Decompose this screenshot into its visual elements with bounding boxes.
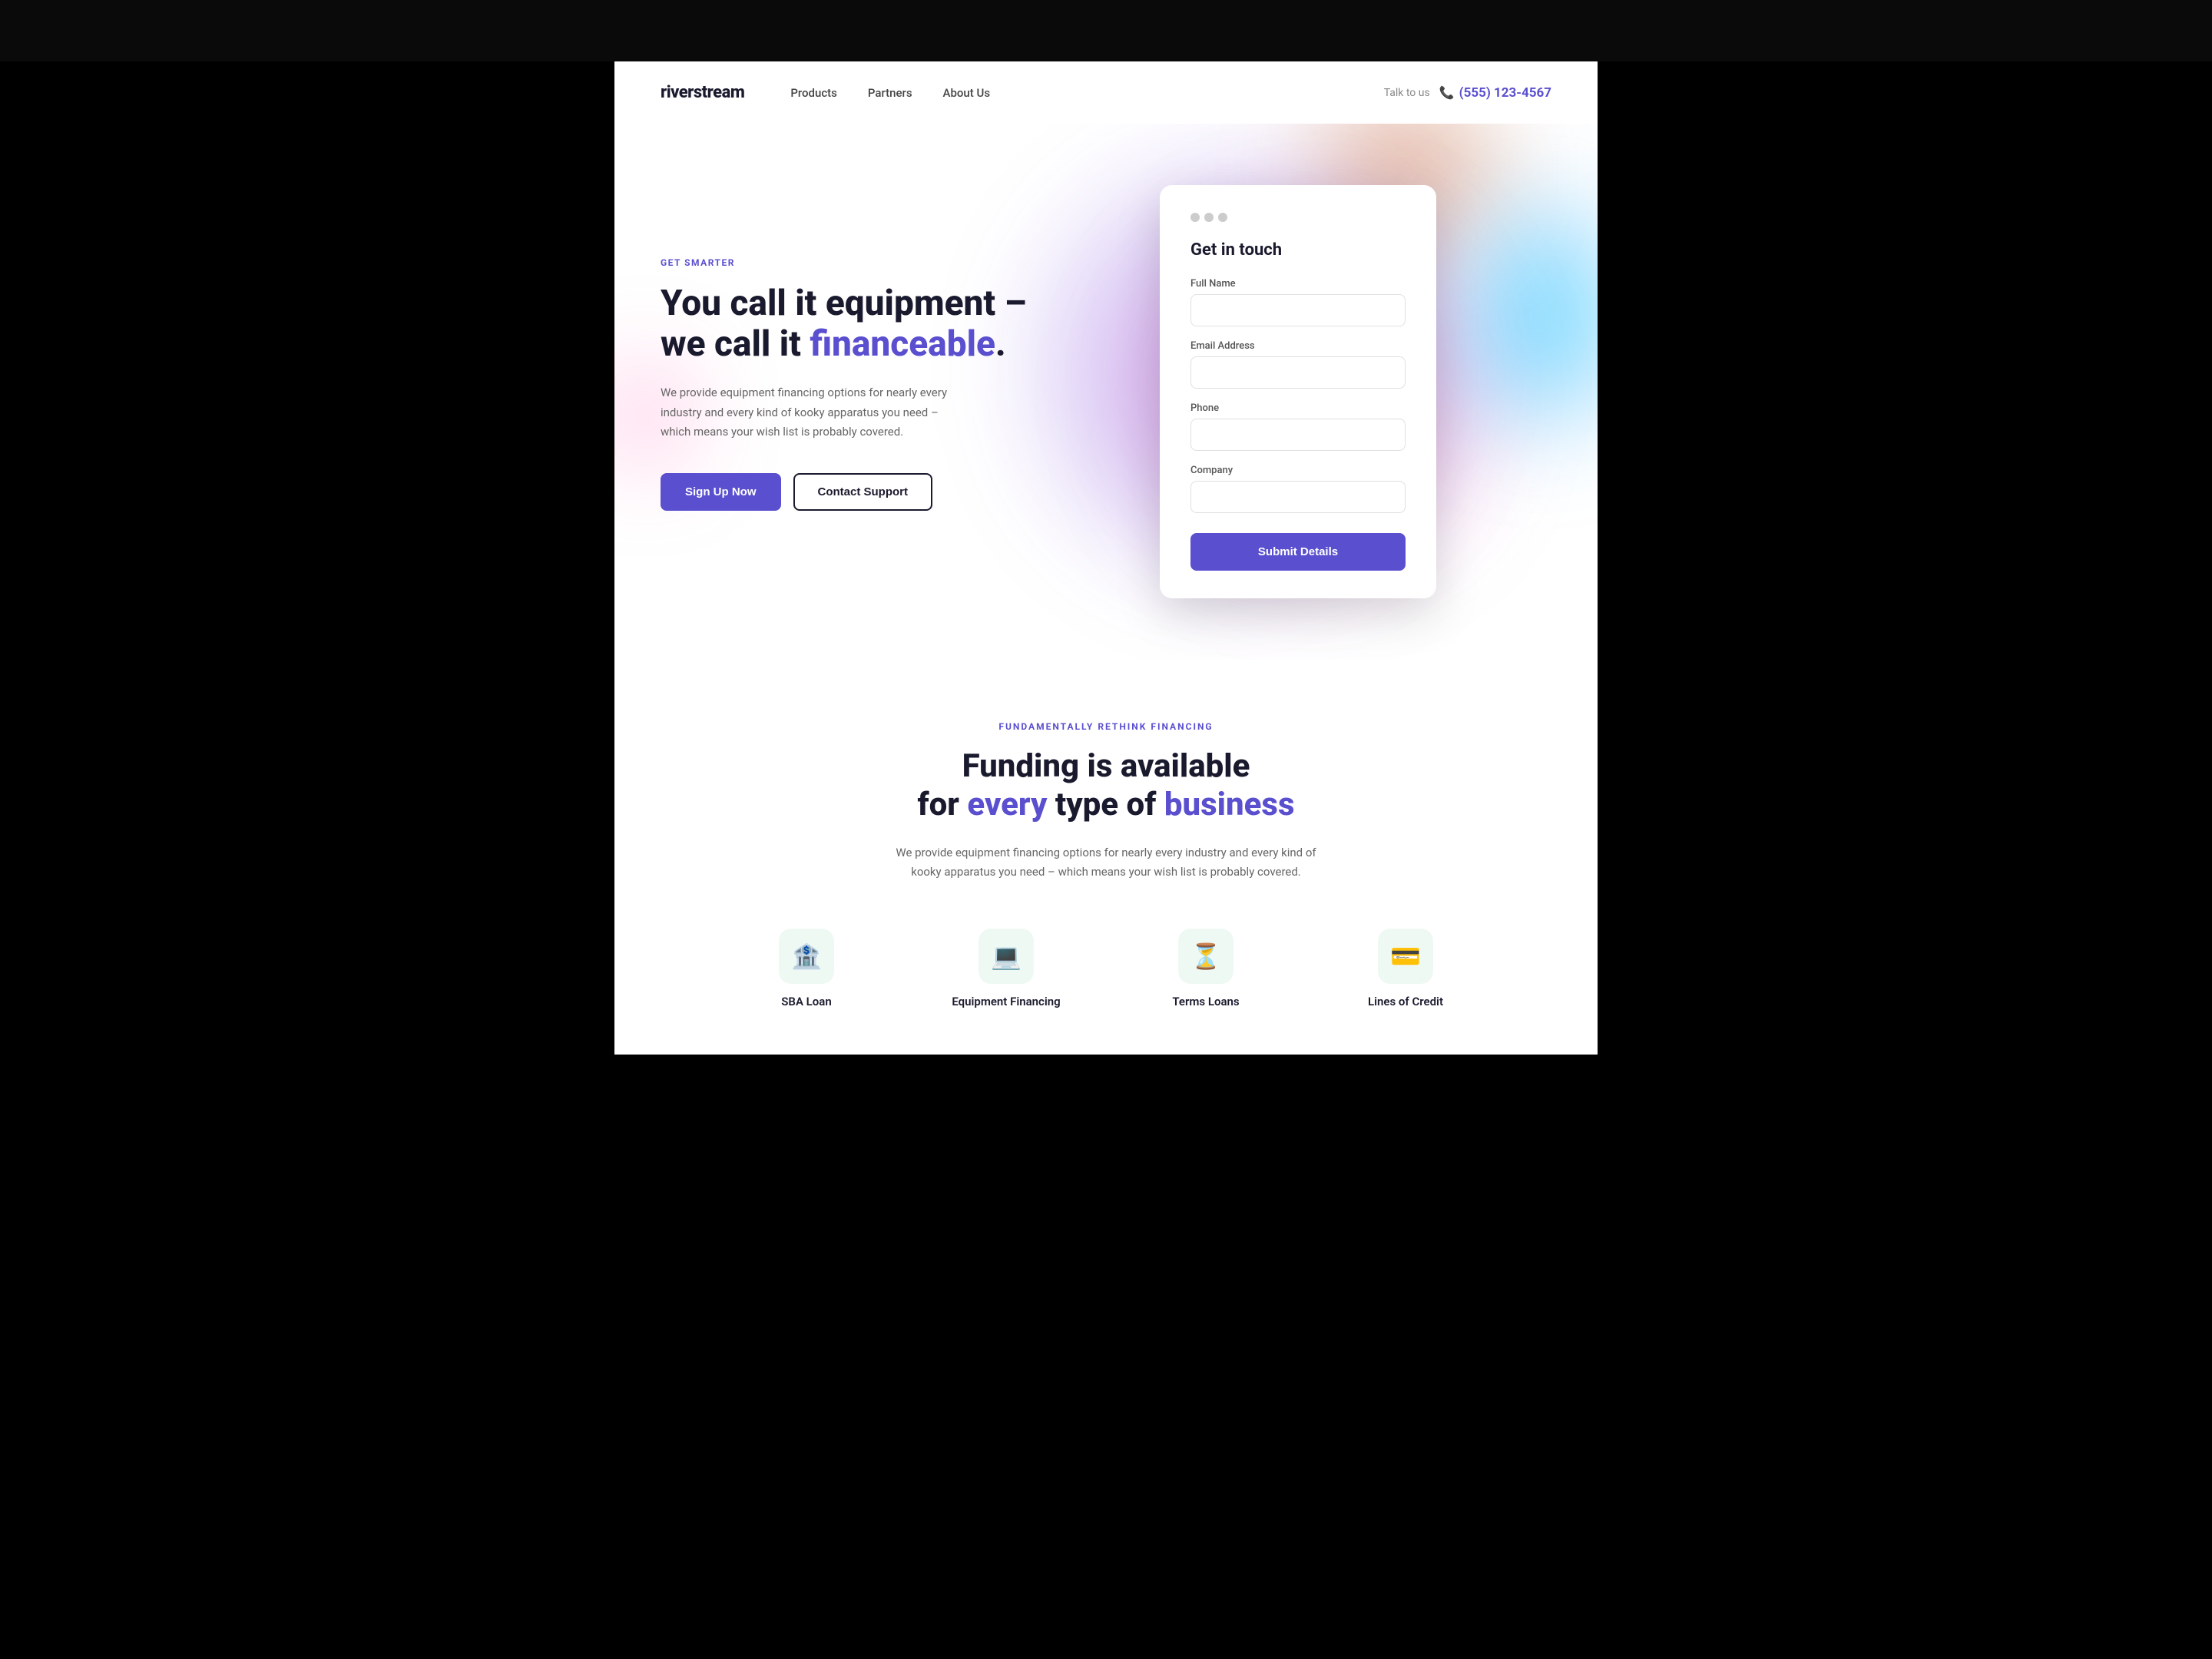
funding-description: We provide equipment financing options f… bbox=[891, 843, 1321, 882]
equipment-label: Equipment Financing bbox=[952, 995, 1060, 1008]
label-phone: Phone bbox=[1190, 402, 1406, 414]
funding-eyebrow: FUNDAMENTALLY RETHINK FINANCING bbox=[661, 721, 1551, 732]
hero-description: We provide equipment financing options f… bbox=[661, 383, 952, 442]
dot-1 bbox=[1190, 213, 1200, 222]
terms-label: Terms Loans bbox=[1172, 995, 1239, 1008]
hero-title: You call it equipment – we call it finan… bbox=[661, 283, 1045, 365]
page-wrapper: riverstream Products Partners About Us T… bbox=[614, 61, 1598, 1055]
funding-title-highlight1: every bbox=[967, 786, 1047, 823]
nav-links: Products Partners About Us bbox=[790, 85, 990, 100]
dot-2 bbox=[1204, 213, 1214, 222]
credit-label: Lines of Credit bbox=[1368, 995, 1443, 1008]
submit-button[interactable]: Submit Details bbox=[1190, 533, 1406, 571]
contact-support-button[interactable]: Contact Support bbox=[793, 473, 933, 511]
contact-card: Get in touch Full Name Email Address Pho… bbox=[1160, 185, 1436, 598]
nav-right: Talk to us 📞 (555) 123-4567 bbox=[1384, 85, 1551, 101]
label-fullname: Full Name bbox=[1190, 278, 1406, 290]
hero-section: GET SMARTER You call it equipment – we c… bbox=[614, 124, 1598, 660]
label-company: Company bbox=[1190, 465, 1406, 476]
form-group-fullname: Full Name bbox=[1190, 278, 1406, 326]
input-fullname[interactable] bbox=[1190, 294, 1406, 326]
sba-label: SBA Loan bbox=[781, 995, 831, 1008]
dot-3 bbox=[1218, 213, 1227, 222]
hero-title-line2: we call it financeable. bbox=[661, 323, 1006, 365]
hero-title-part2: we call it bbox=[661, 323, 810, 365]
credit-icon: 💳 bbox=[1378, 929, 1433, 984]
sba-icon: 🏦 bbox=[779, 929, 834, 984]
phone-number: (555) 123-4567 bbox=[1459, 85, 1551, 101]
hero-left: GET SMARTER You call it equipment – we c… bbox=[661, 257, 1045, 510]
phone-icon: 📞 bbox=[1439, 85, 1455, 100]
logo: riverstream bbox=[661, 83, 744, 102]
funding-title-line2: for every type of business bbox=[918, 786, 1295, 823]
hero-title-line1: You call it equipment – bbox=[661, 283, 1026, 324]
hero-eyebrow: GET SMARTER bbox=[661, 257, 1045, 268]
signup-button[interactable]: Sign Up Now bbox=[661, 473, 781, 511]
terms-icon: ⏳ bbox=[1178, 929, 1233, 984]
icon-item-terms: ⏳ Terms Loans bbox=[1129, 929, 1283, 1008]
form-group-email: Email Address bbox=[1190, 340, 1406, 389]
icon-item-equipment: 💻 Equipment Financing bbox=[929, 929, 1083, 1008]
nav-link-about[interactable]: About Us bbox=[943, 86, 991, 100]
funding-section: FUNDAMENTALLY RETHINK FINANCING Funding … bbox=[614, 660, 1598, 1055]
nav-link-products[interactable]: Products bbox=[790, 86, 837, 100]
card-dots bbox=[1190, 213, 1406, 222]
funding-title-part1: Funding is available bbox=[962, 747, 1250, 785]
icons-row: 🏦 SBA Loan 💻 Equipment Financing ⏳ Terms… bbox=[661, 929, 1551, 1008]
form-group-company: Company bbox=[1190, 465, 1406, 513]
hero-title-end: . bbox=[995, 323, 1006, 365]
equipment-icon: 💻 bbox=[979, 929, 1034, 984]
form-title: Get in touch bbox=[1190, 240, 1406, 260]
input-email[interactable] bbox=[1190, 356, 1406, 389]
input-company[interactable] bbox=[1190, 481, 1406, 513]
funding-title: Funding is available for every type of b… bbox=[661, 747, 1551, 825]
nav-item-products[interactable]: Products bbox=[790, 85, 837, 100]
label-email: Email Address bbox=[1190, 340, 1406, 352]
nav-item-about[interactable]: About Us bbox=[943, 85, 991, 100]
talk-to-us-label: Talk to us bbox=[1384, 87, 1430, 99]
nav-link-partners[interactable]: Partners bbox=[868, 86, 912, 100]
navbar: riverstream Products Partners About Us T… bbox=[614, 61, 1598, 124]
form-group-phone: Phone bbox=[1190, 402, 1406, 451]
funding-title-highlight2: business bbox=[1164, 786, 1295, 823]
hero-title-highlight: financeable bbox=[810, 323, 995, 365]
funding-title-part2: for bbox=[918, 786, 968, 823]
icon-item-credit: 💳 Lines of Credit bbox=[1329, 929, 1482, 1008]
input-phone[interactable] bbox=[1190, 419, 1406, 451]
phone-link[interactable]: 📞 (555) 123-4567 bbox=[1439, 85, 1551, 101]
top-decorative-bar bbox=[0, 0, 2212, 61]
hero-right: Get in touch Full Name Email Address Pho… bbox=[1045, 170, 1551, 598]
funding-title-mid: type of bbox=[1047, 786, 1164, 823]
hero-buttons: Sign Up Now Contact Support bbox=[661, 473, 1045, 511]
nav-item-partners[interactable]: Partners bbox=[868, 85, 912, 100]
icon-item-sba: 🏦 SBA Loan bbox=[730, 929, 883, 1008]
